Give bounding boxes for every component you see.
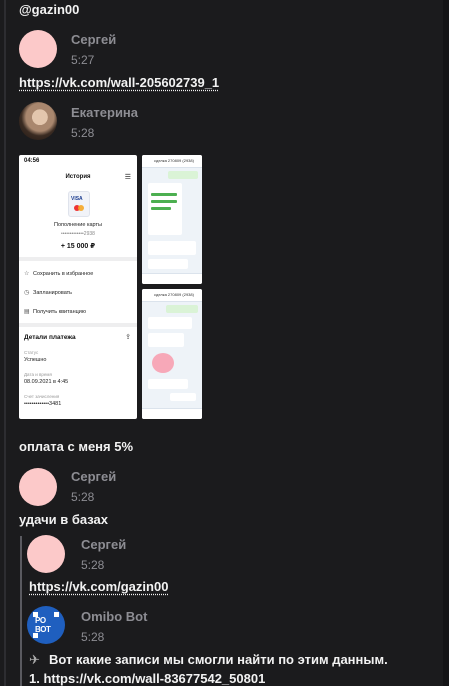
action-label: Запланировать	[33, 290, 73, 296]
field-label: Статус	[24, 350, 39, 355]
chat-bubble	[148, 379, 188, 389]
author-name[interactable]: Сергей	[71, 32, 116, 47]
bot-message: ✈ Вот какие записи мы смогли найти по эти…	[29, 652, 434, 668]
menu-icon: ☰	[124, 174, 131, 181]
share-icon: ⇪	[125, 334, 131, 341]
attachment-image-chat[interactable]: сделка 270809 (2938)	[142, 155, 202, 284]
bot-message-text: Вот какие записи мы смогли найти по этим…	[49, 652, 388, 667]
plane-icon: ✈	[29, 652, 40, 667]
avatar[interactable]	[19, 30, 57, 68]
action-label: Получить квитанцию	[33, 309, 87, 315]
field-value: •••••••••••••3481	[24, 401, 62, 407]
attachment-image-chat[interactable]: сделка 270809 (2938)	[142, 289, 202, 419]
quote-bar	[20, 536, 22, 686]
chat-bubble	[148, 241, 196, 255]
message-time: 5:28	[71, 126, 95, 140]
author-name[interactable]: Omibo Bot	[81, 609, 147, 624]
chat-header: сделка 270809 (2938)	[142, 155, 202, 168]
author-name[interactable]: Сергей	[81, 537, 126, 552]
message-link[interactable]: https://vk.com/gazin00	[29, 579, 168, 594]
field-value: Успешно	[24, 357, 47, 363]
chat-bubble	[166, 305, 198, 313]
message-time: 5:28	[81, 558, 105, 572]
avatar[interactable]	[19, 468, 57, 506]
chat-title: сделка 270809 (2938)	[154, 158, 194, 163]
message-text: удачи в базах	[19, 512, 108, 527]
chat-bubble	[170, 393, 196, 401]
username-text: @gazin00	[19, 2, 80, 17]
card-mask: •••••••••••••2938	[61, 231, 95, 237]
message-time: 5:28	[71, 490, 95, 504]
avatar[interactable]	[27, 535, 65, 573]
right-edge	[443, 0, 449, 686]
chat-button	[151, 207, 171, 210]
action-label: Сохранить в избранное	[33, 271, 94, 277]
chat-bubble	[148, 317, 192, 329]
status-time: 04:56	[24, 158, 40, 164]
details-title: Детали платежа	[24, 334, 76, 341]
chat-bubble	[168, 171, 198, 179]
amount-text: + 15 000 ₽	[60, 243, 96, 250]
divider	[19, 323, 137, 327]
card-icon: VISA	[68, 191, 90, 217]
chat-bubble	[148, 259, 188, 269]
chat-input-bar	[142, 273, 202, 284]
message-text: оплата с меня 5%	[19, 439, 134, 454]
action-row: ◷ Запланировать	[24, 289, 72, 296]
chat-input-bar	[142, 408, 202, 419]
chat-button	[151, 200, 177, 203]
avatar[interactable]	[19, 102, 57, 140]
left-rail	[4, 0, 6, 686]
star-icon: ☆	[24, 271, 30, 277]
message-time: 5:27	[71, 53, 95, 67]
field-label: Счет зачисления	[24, 394, 60, 399]
clock-icon: ◷	[24, 290, 30, 296]
sticker-image	[152, 353, 174, 373]
chat-title: сделка 270809 (2938)	[154, 292, 194, 297]
receipt-icon: ▤	[24, 309, 30, 315]
field-value: 08.09.2021 в 4:45	[24, 379, 69, 385]
message-time: 5:28	[81, 630, 105, 644]
author-name[interactable]: Екатерина	[71, 105, 138, 120]
message-link[interactable]: https://vk.com/wall-205602739_1	[19, 75, 219, 90]
action-row: ▤ Получить квитанцию	[24, 308, 86, 315]
chat-button	[151, 193, 177, 196]
chat-bubble	[148, 333, 184, 347]
chat-header: сделка 270809 (2938)	[142, 289, 202, 302]
divider	[19, 257, 137, 261]
author-name[interactable]: Сергей	[71, 469, 116, 484]
search-result-link[interactable]: 1. https://vk.com/wall-83677542_50801	[29, 671, 265, 686]
card-brand: VISA	[71, 196, 83, 202]
bot-avatar[interactable]: PO BOT	[27, 606, 65, 644]
screen-title: История	[65, 174, 91, 180]
attachment-image-payment[interactable]: 04:56 История ☰ VISA Пополнение карты ••…	[19, 155, 137, 419]
field-label: Дата и время	[24, 372, 52, 377]
operation-text: Пополнение карты	[54, 222, 102, 228]
action-row: ☆ Сохранить в избранное	[24, 270, 93, 277]
